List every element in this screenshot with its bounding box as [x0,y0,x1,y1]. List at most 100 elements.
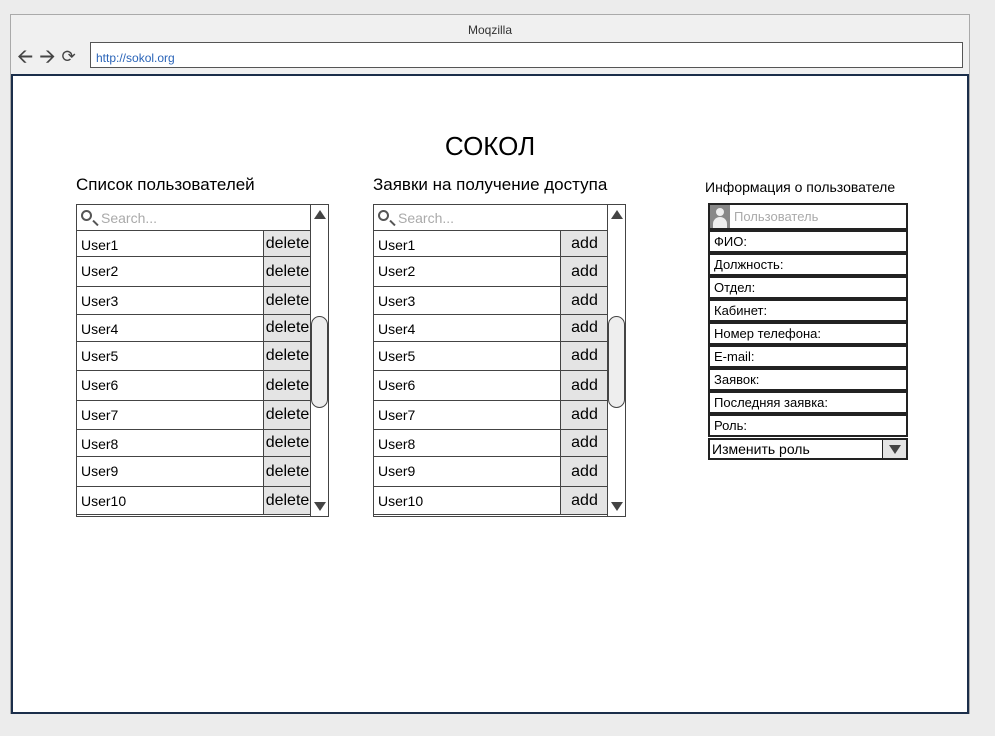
delete-button[interactable]: delete [263,287,311,314]
info-field: Кабинет: [708,299,908,322]
list-item[interactable]: User1 delete [77,231,311,257]
requests-search-input[interactable]: Search... [374,205,608,231]
delete-button[interactable]: delete [263,487,311,514]
list-item-name: User4 [378,321,416,337]
user-avatar-icon [710,205,730,228]
add-button[interactable]: add [560,342,608,370]
list-item-name: User10 [81,493,127,509]
list-item-name: User5 [378,348,416,364]
scroll-up-icon[interactable] [314,210,326,219]
info-field: Заявок: [708,368,908,391]
add-button[interactable]: add [560,371,608,400]
add-button[interactable]: add [560,430,608,456]
list-item[interactable]: User4 add [374,315,608,342]
add-button[interactable]: add [560,231,608,256]
user-placeholder: Пользователь [734,209,819,224]
add-button[interactable]: add [560,287,608,314]
users-list: Search... User1 delete User2 delete User3 del… [76,204,329,517]
info-field: Отдел: [708,276,908,299]
delete-button[interactable]: delete [263,457,311,486]
list-item-name: User9 [378,463,416,479]
delete-button[interactable]: delete [263,257,311,286]
info-field: E-mail: [708,345,908,368]
add-button[interactable]: add [560,487,608,514]
add-button[interactable]: add [560,315,608,341]
list-item-name: User2 [81,263,119,279]
delete-button[interactable]: delete [263,401,311,429]
list-item[interactable]: User5 add [374,342,608,371]
delete-button[interactable]: delete [263,342,311,370]
add-button[interactable]: add [560,457,608,486]
list-item[interactable]: User7 delete [77,401,311,430]
address-bar[interactable]: http://sokol.org [90,42,963,68]
requests-scrollbar[interactable] [607,205,625,516]
nav-controls: 🡨 🡪 ⟳ [17,43,82,71]
user-search-input[interactable]: Пользователь [708,203,908,230]
list-item-name: User9 [81,463,119,479]
users-panel-title: Список пользователей [76,175,255,194]
list-item[interactable]: User6 add [374,371,608,401]
list-item[interactable]: User9 delete [77,457,311,487]
list-item[interactable]: User10 add [374,487,608,515]
requests-list: Search... User1 add User2 add User3 add User4 a… [373,204,626,517]
info-field: Роль: [708,414,908,437]
delete-button[interactable]: delete [263,315,311,341]
search-icon [81,210,92,221]
add-button[interactable]: add [560,257,608,286]
list-item-name: User8 [81,436,119,452]
search-placeholder: Search... [398,210,455,226]
list-item[interactable]: User9 add [374,457,608,487]
scroll-down-icon[interactable] [611,502,623,511]
scroll-down-icon[interactable] [314,502,326,511]
chevron-down-icon[interactable] [882,440,906,458]
list-item-name: User2 [378,263,416,279]
add-button[interactable]: add [560,401,608,429]
forward-arrow-icon[interactable]: 🡪 [39,47,55,67]
list-item-name: User7 [81,407,119,423]
list-item-name: User1 [81,237,119,253]
scroll-up-icon[interactable] [611,210,623,219]
delete-button[interactable]: delete [263,430,311,456]
list-item[interactable]: User10 delete [77,487,311,515]
list-item[interactable]: User8 add [374,430,608,457]
list-item-name: User4 [81,321,119,337]
users-search-input[interactable]: Search... [77,205,311,231]
search-placeholder: Search... [101,210,158,226]
requests-panel-title: Заявки на получение доступа [373,175,608,194]
list-item-name: User1 [378,237,416,253]
back-arrow-icon[interactable]: 🡨 [17,47,33,67]
list-item[interactable]: User5 delete [77,342,311,371]
window-title: Moqzilla [467,23,512,37]
browser-window: Moqzilla 🡨 🡪 ⟳ http://sokol.org СОКОЛ Сп… [10,14,970,714]
list-item[interactable]: User3 add [374,287,608,315]
list-item-name: User6 [81,377,119,393]
app-title: СОКОЛ [444,131,536,161]
list-item[interactable]: User2 add [374,257,608,287]
list-item[interactable]: User3 delete [77,287,311,315]
users-scrollbar[interactable] [310,205,328,516]
delete-button[interactable]: delete [263,231,311,256]
list-item-name: User3 [81,293,119,309]
page-viewport: СОКОЛ Список пользователей Search... Use… [11,74,969,714]
list-item[interactable]: User6 delete [77,371,311,401]
list-item[interactable]: User2 delete [77,257,311,287]
list-item[interactable]: User1 add [374,231,608,257]
list-item-name: User5 [81,348,119,364]
info-field: Последняя заявка: [708,391,908,414]
scroll-thumb[interactable] [311,316,328,408]
list-item-name: User6 [378,377,416,393]
list-item-name: User8 [378,436,416,452]
reload-icon[interactable]: ⟳ [62,47,76,67]
info-field: Номер телефона: [708,322,908,345]
list-item[interactable]: User4 delete [77,315,311,342]
list-item-name: User10 [378,493,424,509]
search-icon [378,210,389,221]
role-select-label: Изменить роль [712,441,810,457]
list-item-name: User3 [378,293,416,309]
scroll-thumb[interactable] [608,316,625,408]
role-select[interactable]: Изменить роль [708,438,908,460]
info-field: Должность: [708,253,908,276]
list-item[interactable]: User7 add [374,401,608,430]
delete-button[interactable]: delete [263,371,311,400]
list-item[interactable]: User8 delete [77,430,311,457]
